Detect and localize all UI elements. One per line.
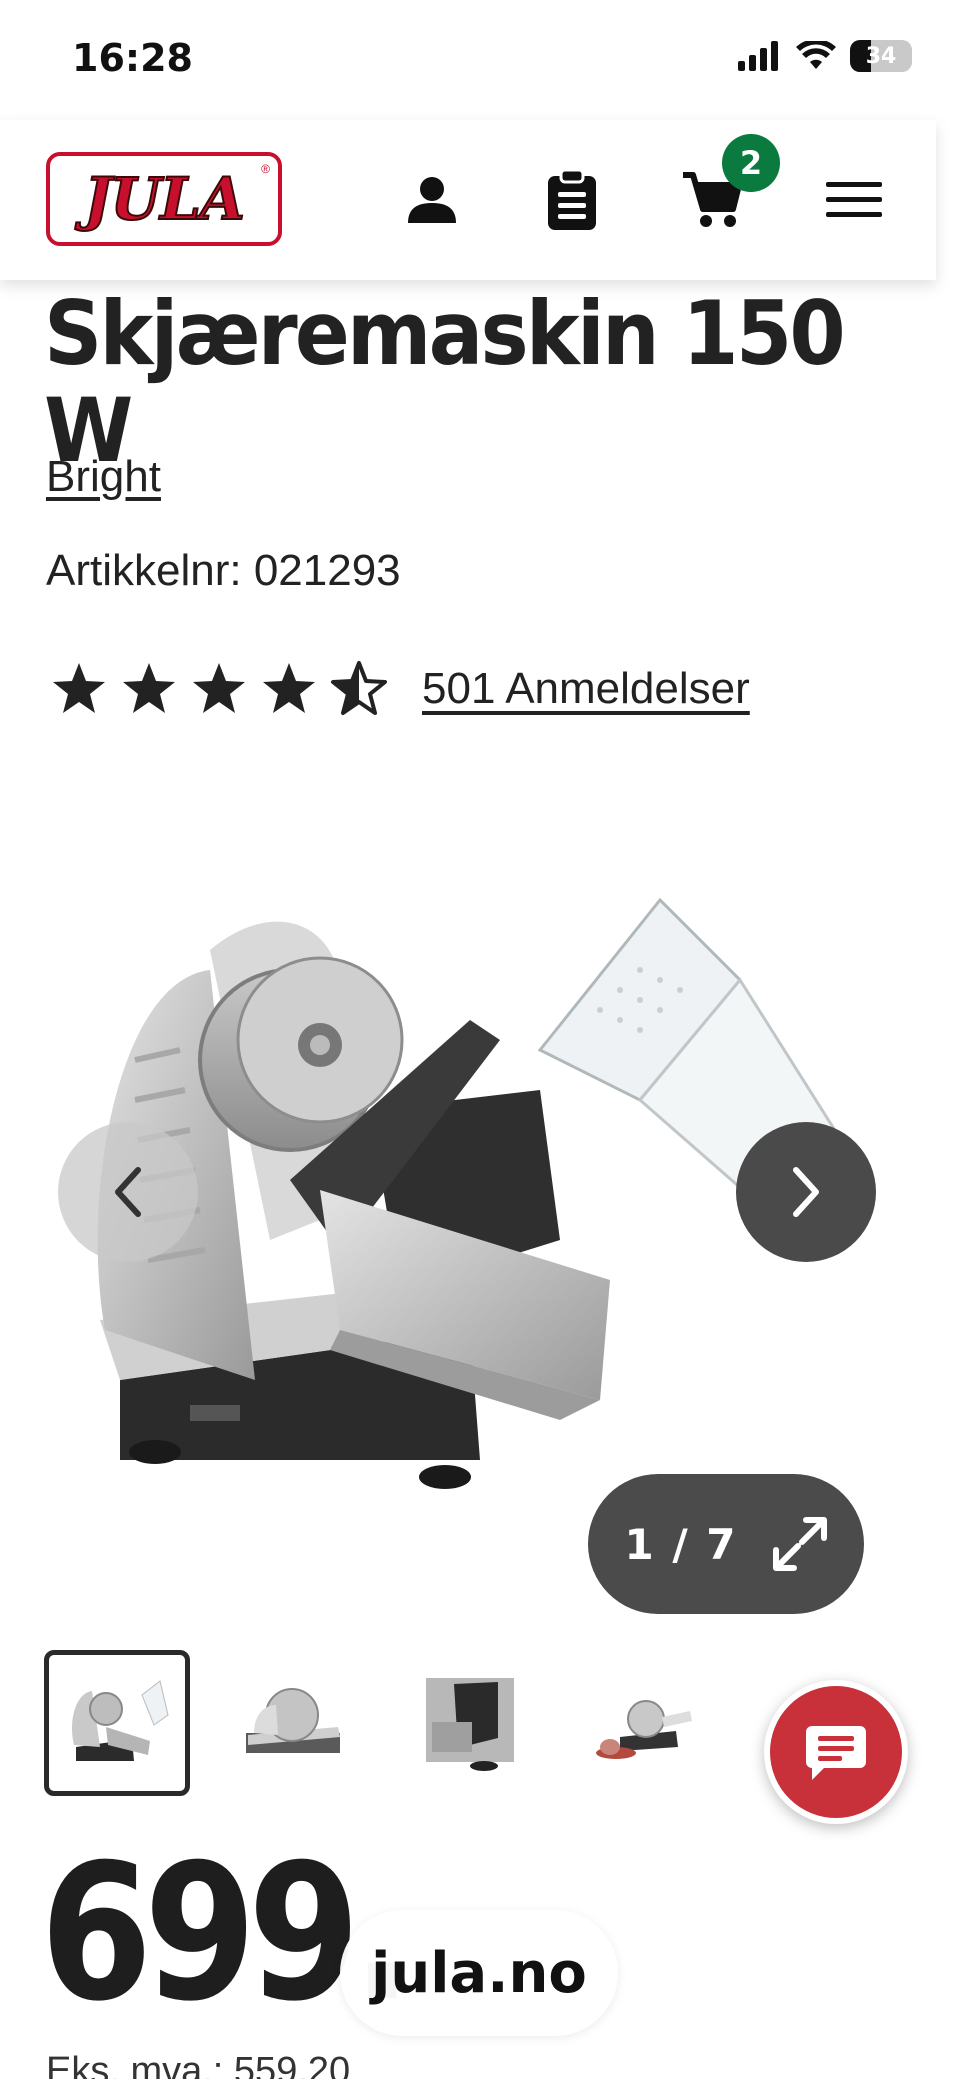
jula-logo[interactable]: JULA ® xyxy=(46,152,282,246)
star-full-icon xyxy=(263,663,315,713)
star-full-icon xyxy=(123,663,175,713)
chevron-left-icon xyxy=(115,1167,141,1217)
signal-icon xyxy=(738,41,778,71)
site-header: JULA ® 2 xyxy=(0,120,936,280)
menu-icon xyxy=(826,182,882,217)
status-bar: 16:28 34 xyxy=(0,0,960,120)
user-icon xyxy=(408,177,456,223)
chevron-right-icon xyxy=(793,1167,819,1217)
image-counter-fullscreen-button[interactable]: 1 / 7 xyxy=(588,1474,864,1614)
previous-image-button[interactable] xyxy=(58,1122,198,1262)
chat-button[interactable] xyxy=(764,1680,908,1824)
cart-count-badge: 2 xyxy=(722,134,780,192)
shopping-list-button[interactable] xyxy=(532,160,612,240)
thumbnail-image xyxy=(426,1678,514,1771)
image-counter: 1 / 7 xyxy=(624,1519,738,1569)
next-image-button[interactable] xyxy=(736,1122,876,1262)
thumbnail-image xyxy=(246,1688,340,1753)
star-half-icon xyxy=(331,661,387,715)
expand-icon xyxy=(772,1517,827,1571)
battery-icon: 34 xyxy=(850,40,912,72)
rating-stars xyxy=(50,660,400,718)
account-button[interactable] xyxy=(392,160,472,240)
price-ex-vat: Eks. mva.: 559,20 xyxy=(46,2050,351,2079)
status-icons: 34 xyxy=(738,40,912,72)
star-full-icon xyxy=(53,663,105,713)
wifi-icon xyxy=(796,41,836,69)
status-time: 16:28 xyxy=(72,36,193,80)
battery-level-text: 34 xyxy=(865,43,897,69)
star-full-icon xyxy=(193,663,245,713)
thumbnail-3[interactable] xyxy=(396,1650,542,1796)
thumbnail-image xyxy=(72,1680,169,1761)
clipboard-icon xyxy=(548,168,596,230)
menu-button[interactable] xyxy=(814,160,894,240)
chat-icon xyxy=(806,1726,866,1780)
thumbnail-2[interactable] xyxy=(220,1650,366,1796)
product-page: 16:28 34 JULA ® 2 Skjæremaskin 150 W Bri… xyxy=(0,0,960,2079)
browser-url-bar[interactable]: jula.no xyxy=(340,1910,618,2036)
thumbnail-4[interactable] xyxy=(572,1650,718,1796)
product-title: Skjæremaskin 150 W xyxy=(44,282,846,482)
rating-row: 501 Anmeldelser xyxy=(50,660,750,718)
brand-link[interactable]: Bright xyxy=(46,452,161,502)
logo-registered-mark: ® xyxy=(261,162,270,176)
thumbnail-1[interactable] xyxy=(44,1650,190,1796)
thumbnail-image xyxy=(596,1700,692,1759)
article-number: Artikkelnr: 021293 xyxy=(46,546,401,595)
logo-text: JULA xyxy=(83,164,246,234)
reviews-link[interactable]: 501 Anmeldelser xyxy=(422,664,750,714)
